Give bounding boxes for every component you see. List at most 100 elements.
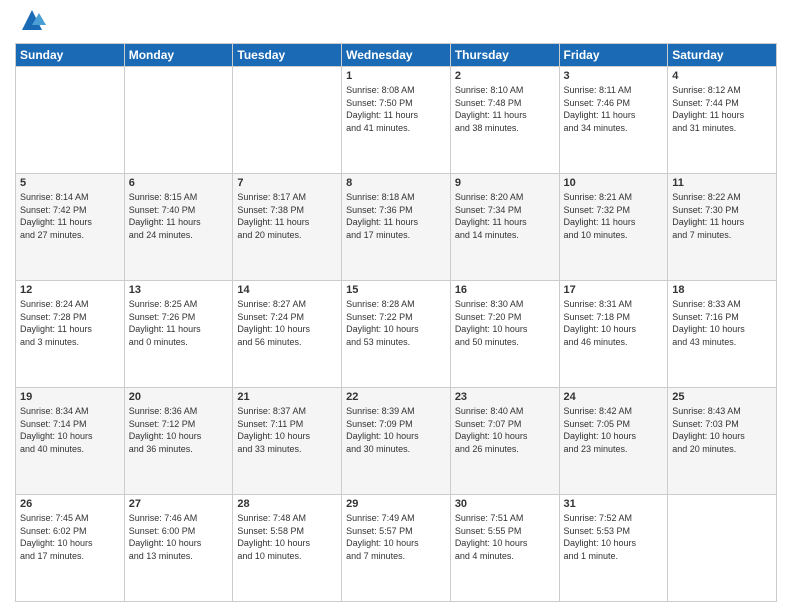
table-row: 18 Sunrise: 8:33 AM Sunset: 7:16 PM Dayli… [668,281,777,388]
day-number: 19 [20,391,120,403]
day-info: Sunrise: 8:17 AM Sunset: 7:38 PM Dayligh… [237,191,337,241]
table-row: 20 Sunrise: 8:36 AM Sunset: 7:12 PM Dayli… [124,388,233,495]
calendar-table: Sunday Monday Tuesday Wednesday Thursday… [15,43,777,602]
day-info: Sunrise: 8:36 AM Sunset: 7:12 PM Dayligh… [129,405,229,455]
table-row [124,67,233,174]
table-row: 17 Sunrise: 8:31 AM Sunset: 7:18 PM Dayli… [559,281,668,388]
table-row [16,67,125,174]
table-row: 7 Sunrise: 8:17 AM Sunset: 7:38 PM Daylig… [233,174,342,281]
day-number: 26 [20,498,120,510]
day-info: Sunrise: 8:28 AM Sunset: 7:22 PM Dayligh… [346,298,446,348]
logo-icon [17,5,47,35]
day-number: 22 [346,391,446,403]
day-number: 13 [129,284,229,296]
col-friday: Friday [559,44,668,67]
table-row: 21Sunrise: 8:37 AM Sunset: 7:11 PM Dayli… [233,388,342,495]
day-number: 12 [20,284,120,296]
day-number: 17 [564,284,664,296]
day-number: 15 [346,284,446,296]
day-info: Sunrise: 8:31 AM Sunset: 7:18 PM Dayligh… [564,298,664,348]
day-info: Sunrise: 8:27 AM Sunset: 7:24 PM Dayligh… [237,298,337,348]
table-row: 14 Sunrise: 8:27 AM Sunset: 7:24 PM Dayli… [233,281,342,388]
day-number: 10 [564,177,664,189]
day-info: Sunrise: 7:49 AM Sunset: 5:57 PM Dayligh… [346,512,446,562]
calendar-week-row: 26 Sunrise: 7:45 AM Sunset: 6:02 PM Dayli… [16,495,777,602]
day-number: 24 [564,391,664,403]
table-row: 8 Sunrise: 8:18 AM Sunset: 7:36 PM Daylig… [342,174,451,281]
table-row: 5 Sunrise: 8:14 AM Sunset: 7:42 PM Daylig… [16,174,125,281]
day-number: 29 [346,498,446,510]
day-info: Sunrise: 8:30 AM Sunset: 7:20 PM Dayligh… [455,298,555,348]
day-number: 14 [237,284,337,296]
day-info: Sunrise: 8:33 AM Sunset: 7:16 PM Dayligh… [672,298,772,348]
calendar-header-row: Sunday Monday Tuesday Wednesday Thursday… [16,44,777,67]
header [15,10,777,35]
table-row: 27 Sunrise: 7:46 AM Sunset: 6:00 PM Dayli… [124,495,233,602]
day-info: Sunrise: 8:40 AM Sunset: 7:07 PM Dayligh… [455,405,555,455]
day-info: Sunrise: 8:22 AM Sunset: 7:30 PM Dayligh… [672,191,772,241]
table-row: 3 Sunrise: 8:11 AM Sunset: 7:46 PM Daylig… [559,67,668,174]
table-row: 29 Sunrise: 7:49 AM Sunset: 5:57 PM Dayli… [342,495,451,602]
day-info: Sunrise: 8:25 AM Sunset: 7:26 PM Dayligh… [129,298,229,348]
day-info: Sunrise: 8:43 AM Sunset: 7:03 PM Dayligh… [672,405,772,455]
day-number: 6 [129,177,229,189]
day-number: 11 [672,177,772,189]
table-row: 11 Sunrise: 8:22 AM Sunset: 7:30 PM Dayli… [668,174,777,281]
day-info: Sunrise: 7:45 AM Sunset: 6:02 PM Dayligh… [20,512,120,562]
day-number: 5 [20,177,120,189]
col-saturday: Saturday [668,44,777,67]
day-number: 30 [455,498,555,510]
table-row: 22Sunrise: 8:39 AM Sunset: 7:09 PM Dayli… [342,388,451,495]
day-number: 25 [672,391,772,403]
table-row: 30 Sunrise: 7:51 AM Sunset: 5:55 PM Dayli… [450,495,559,602]
day-info: Sunrise: 8:11 AM Sunset: 7:46 PM Dayligh… [564,84,664,134]
table-row: 12Sunrise: 8:24 AM Sunset: 7:28 PM Dayli… [16,281,125,388]
day-number: 27 [129,498,229,510]
table-row: 23 Sunrise: 8:40 AM Sunset: 7:07 PM Dayli… [450,388,559,495]
table-row: 16 Sunrise: 8:30 AM Sunset: 7:20 PM Dayli… [450,281,559,388]
table-row: 2Sunrise: 8:10 AM Sunset: 7:48 PM Daylig… [450,67,559,174]
table-row: 25 Sunrise: 8:43 AM Sunset: 7:03 PM Dayli… [668,388,777,495]
table-row [668,495,777,602]
logo [15,10,47,35]
day-info: Sunrise: 8:10 AM Sunset: 7:48 PM Dayligh… [455,84,555,134]
day-number: 3 [564,70,664,82]
day-number: 31 [564,498,664,510]
day-number: 20 [129,391,229,403]
day-number: 1 [346,70,446,82]
table-row: 4 Sunrise: 8:12 AM Sunset: 7:44 PM Daylig… [668,67,777,174]
day-info: Sunrise: 8:15 AM Sunset: 7:40 PM Dayligh… [129,191,229,241]
calendar-week-row: 19 Sunrise: 8:34 AM Sunset: 7:14 PM Dayli… [16,388,777,495]
table-row: 10 Sunrise: 8:21 AM Sunset: 7:32 PM Dayli… [559,174,668,281]
day-info: Sunrise: 8:12 AM Sunset: 7:44 PM Dayligh… [672,84,772,134]
day-info: Sunrise: 8:34 AM Sunset: 7:14 PM Dayligh… [20,405,120,455]
table-row: 26 Sunrise: 7:45 AM Sunset: 6:02 PM Dayli… [16,495,125,602]
col-sunday: Sunday [16,44,125,67]
table-row: 19 Sunrise: 8:34 AM Sunset: 7:14 PM Dayli… [16,388,125,495]
table-row: 24Sunrise: 8:42 AM Sunset: 7:05 PM Dayli… [559,388,668,495]
col-monday: Monday [124,44,233,67]
day-number: 28 [237,498,337,510]
table-row: 1Sunrise: 8:08 AM Sunset: 7:50 PM Daylig… [342,67,451,174]
table-row: 15 Sunrise: 8:28 AM Sunset: 7:22 PM Dayli… [342,281,451,388]
table-row: 6 Sunrise: 8:15 AM Sunset: 7:40 PM Daylig… [124,174,233,281]
day-number: 9 [455,177,555,189]
day-number: 16 [455,284,555,296]
calendar-week-row: 5 Sunrise: 8:14 AM Sunset: 7:42 PM Daylig… [16,174,777,281]
day-info: Sunrise: 7:51 AM Sunset: 5:55 PM Dayligh… [455,512,555,562]
day-info: Sunrise: 8:14 AM Sunset: 7:42 PM Dayligh… [20,191,120,241]
day-info: Sunrise: 8:21 AM Sunset: 7:32 PM Dayligh… [564,191,664,241]
day-number: 8 [346,177,446,189]
day-number: 18 [672,284,772,296]
col-wednesday: Wednesday [342,44,451,67]
table-row: 9 Sunrise: 8:20 AM Sunset: 7:34 PM Daylig… [450,174,559,281]
day-number: 7 [237,177,337,189]
table-row: 13 Sunrise: 8:25 AM Sunset: 7:26 PM Dayli… [124,281,233,388]
page: Sunday Monday Tuesday Wednesday Thursday… [0,0,792,612]
day-info: Sunrise: 8:20 AM Sunset: 7:34 PM Dayligh… [455,191,555,241]
day-number: 23 [455,391,555,403]
day-info: Sunrise: 7:46 AM Sunset: 6:00 PM Dayligh… [129,512,229,562]
day-info: Sunrise: 7:48 AM Sunset: 5:58 PM Dayligh… [237,512,337,562]
day-number: 4 [672,70,772,82]
day-info: Sunrise: 8:18 AM Sunset: 7:36 PM Dayligh… [346,191,446,241]
